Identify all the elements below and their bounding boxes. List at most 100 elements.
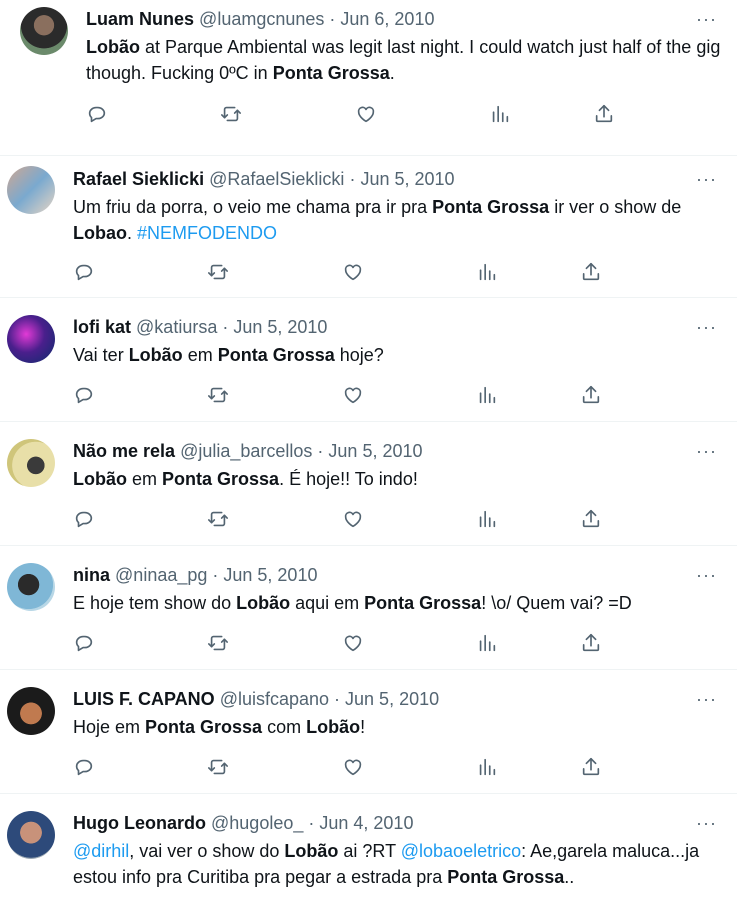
text-segment: .. — [564, 867, 575, 887]
tweet-actions — [0, 382, 737, 408]
more-icon[interactable]: ··· — [696, 442, 717, 460]
timestamp[interactable]: Jun 6, 2010 — [340, 9, 434, 29]
share-icon — [580, 756, 602, 778]
reply-button[interactable] — [71, 754, 97, 780]
text-segment: ai ?RT — [338, 841, 401, 861]
tweet-actions — [0, 506, 737, 532]
avatar[interactable] — [20, 7, 68, 55]
more-icon[interactable]: ··· — [696, 690, 717, 708]
tweet[interactable]: Rafael Sieklicki @RafaelSieklicki · Jun … — [0, 155, 737, 297]
views-button[interactable] — [487, 101, 513, 127]
more-icon[interactable]: ··· — [696, 814, 717, 832]
text-segment: ! \o/ Quem vai? =D — [481, 593, 632, 613]
like-icon — [342, 756, 364, 778]
avatar[interactable] — [7, 563, 55, 611]
timestamp[interactable]: Jun 5, 2010 — [328, 441, 422, 461]
like-button[interactable] — [340, 506, 366, 532]
like-button[interactable] — [340, 630, 366, 656]
timestamp[interactable]: Jun 5, 2010 — [345, 689, 439, 709]
text-segment: Um friu da porra, o veio me chama pra ir… — [73, 197, 433, 217]
retweet-button[interactable] — [218, 101, 244, 127]
avatar[interactable] — [7, 687, 55, 735]
retweet-button[interactable] — [205, 382, 231, 408]
handle[interactable]: @luisfcapano — [220, 689, 329, 709]
retweet-button[interactable] — [205, 630, 231, 656]
more-icon[interactable]: ··· — [696, 566, 717, 584]
like-button[interactable] — [340, 754, 366, 780]
tweet-actions — [0, 259, 737, 285]
display-name[interactable]: LUIS F. CAPANO — [73, 689, 215, 709]
avatar[interactable] — [7, 315, 55, 363]
display-name[interactable]: nina — [73, 565, 110, 585]
text-segment: ! — [360, 717, 366, 737]
text-segment: em — [127, 469, 163, 489]
share-button[interactable] — [578, 754, 604, 780]
display-name[interactable]: Hugo Leonardo — [73, 813, 206, 833]
like-button[interactable] — [340, 259, 366, 285]
timestamp[interactable]: Jun 5, 2010 — [223, 565, 317, 585]
highlighted-term: Ponta Grossa — [145, 717, 263, 737]
display-name[interactable]: Não me rela — [73, 441, 175, 461]
share-button[interactable] — [578, 506, 604, 532]
handle[interactable]: @hugoleo_ — [211, 813, 303, 833]
reply-button[interactable] — [84, 101, 110, 127]
share-button[interactable] — [578, 259, 604, 285]
like-icon — [342, 508, 364, 530]
like-button[interactable] — [353, 101, 379, 127]
highlighted-term: Lobão — [86, 37, 140, 57]
tweet-link[interactable]: @dirhil — [73, 841, 129, 861]
display-name[interactable]: Rafael Sieklicki — [73, 169, 204, 189]
reply-button[interactable] — [71, 259, 97, 285]
views-button[interactable] — [474, 754, 500, 780]
tweet[interactable]: Hugo Leonardo @hugoleo_ · Jun 4, 2010 ···… — [0, 793, 737, 900]
reply-icon — [73, 632, 95, 654]
retweet-button[interactable] — [205, 259, 231, 285]
handle[interactable]: @katiursa — [136, 317, 217, 337]
highlighted-term: Lobão — [284, 841, 339, 861]
tweet-link[interactable]: @lobaoeletrico — [401, 841, 521, 861]
avatar[interactable] — [7, 166, 55, 214]
handle[interactable]: @RafaelSieklicki — [209, 169, 344, 189]
text-segment: com — [262, 717, 307, 737]
like-button[interactable] — [340, 382, 366, 408]
tweet-actions — [0, 101, 737, 127]
share-button[interactable] — [578, 630, 604, 656]
retweet-icon — [207, 632, 229, 654]
views-button[interactable] — [474, 259, 500, 285]
handle[interactable]: @ninaa_pg — [115, 565, 207, 585]
timestamp[interactable]: Jun 5, 2010 — [233, 317, 327, 337]
reply-button[interactable] — [71, 382, 97, 408]
separator-dot: · — [303, 813, 320, 833]
reply-button[interactable] — [71, 506, 97, 532]
tweet[interactable]: lofi kat @katiursa · Jun 5, 2010 ··· Vai t… — [0, 297, 737, 421]
tweet-header: Não me rela @julia_barcellos · Jun 5, 20… — [73, 440, 423, 462]
tweet[interactable]: Não me rela @julia_barcellos · Jun 5, 20… — [0, 421, 737, 545]
reply-button[interactable] — [71, 630, 97, 656]
views-button[interactable] — [474, 630, 500, 656]
tweet[interactable]: Luam Nunes @luamgcnunes · Jun 6, 2010 ···… — [0, 0, 737, 155]
views-icon — [476, 384, 498, 406]
tweet[interactable]: nina @ninaa_pg · Jun 5, 2010 ··· E hoje te… — [0, 545, 737, 669]
retweet-button[interactable] — [205, 754, 231, 780]
display-name[interactable]: Luam Nunes — [86, 9, 194, 29]
avatar[interactable] — [7, 811, 55, 859]
more-icon[interactable]: ··· — [696, 10, 717, 28]
avatar[interactable] — [7, 439, 55, 487]
handle[interactable]: @julia_barcellos — [180, 441, 312, 461]
tweet-header: LUIS F. CAPANO @luisfcapano · Jun 5, 201… — [73, 688, 439, 710]
share-button[interactable] — [578, 382, 604, 408]
separator-dot: · — [329, 689, 346, 709]
tweet-header: Rafael Sieklicki @RafaelSieklicki · Jun … — [73, 168, 455, 190]
handle[interactable]: @luamgcnunes — [199, 9, 324, 29]
more-icon[interactable]: ··· — [696, 170, 717, 188]
more-icon[interactable]: ··· — [696, 318, 717, 336]
tweet[interactable]: LUIS F. CAPANO @luisfcapano · Jun 5, 201… — [0, 669, 737, 793]
views-button[interactable] — [474, 382, 500, 408]
display-name[interactable]: lofi kat — [73, 317, 131, 337]
views-button[interactable] — [474, 506, 500, 532]
timestamp[interactable]: Jun 4, 2010 — [319, 813, 413, 833]
timestamp[interactable]: Jun 5, 2010 — [360, 169, 454, 189]
share-button[interactable] — [591, 101, 617, 127]
retweet-button[interactable] — [205, 506, 231, 532]
tweet-link[interactable]: #NEMFODENDO — [137, 223, 277, 243]
